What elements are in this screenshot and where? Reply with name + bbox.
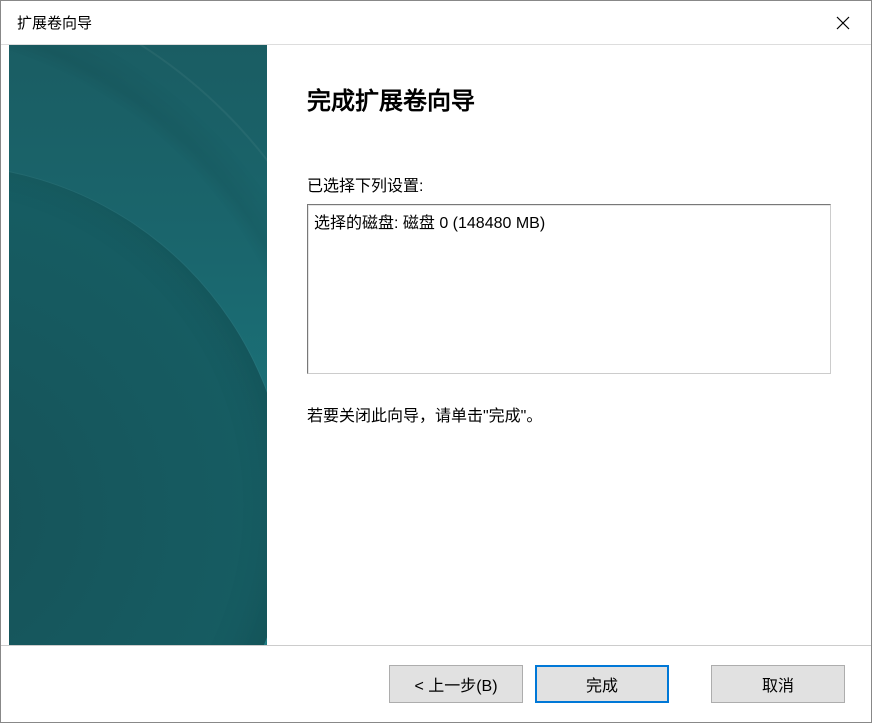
page-heading: 完成扩展卷向导 (307, 81, 831, 116)
settings-box: 选择的磁盘: 磁盘 0 (148480 MB) (307, 204, 831, 374)
window-title: 扩展卷向导 (17, 12, 92, 33)
button-bar: < 上一步(B) 完成 取消 (1, 645, 871, 722)
back-button[interactable]: < 上一步(B) (389, 665, 523, 703)
settings-label: 已选择下列设置: (307, 172, 831, 196)
close-button[interactable] (815, 1, 871, 45)
title-bar: 扩展卷向导 (1, 1, 871, 45)
wizard-side-art (9, 45, 267, 646)
finish-button[interactable]: 完成 (535, 665, 669, 703)
hint-text: 若要关闭此向导，请单击"完成"。 (307, 402, 831, 426)
cancel-button[interactable]: 取消 (711, 665, 845, 703)
close-icon (836, 16, 850, 30)
wizard-content: 完成扩展卷向导 已选择下列设置: 选择的磁盘: 磁盘 0 (148480 MB)… (267, 45, 871, 646)
settings-line: 选择的磁盘: 磁盘 0 (148480 MB) (314, 209, 824, 233)
wizard-body: 完成扩展卷向导 已选择下列设置: 选择的磁盘: 磁盘 0 (148480 MB)… (1, 45, 871, 646)
